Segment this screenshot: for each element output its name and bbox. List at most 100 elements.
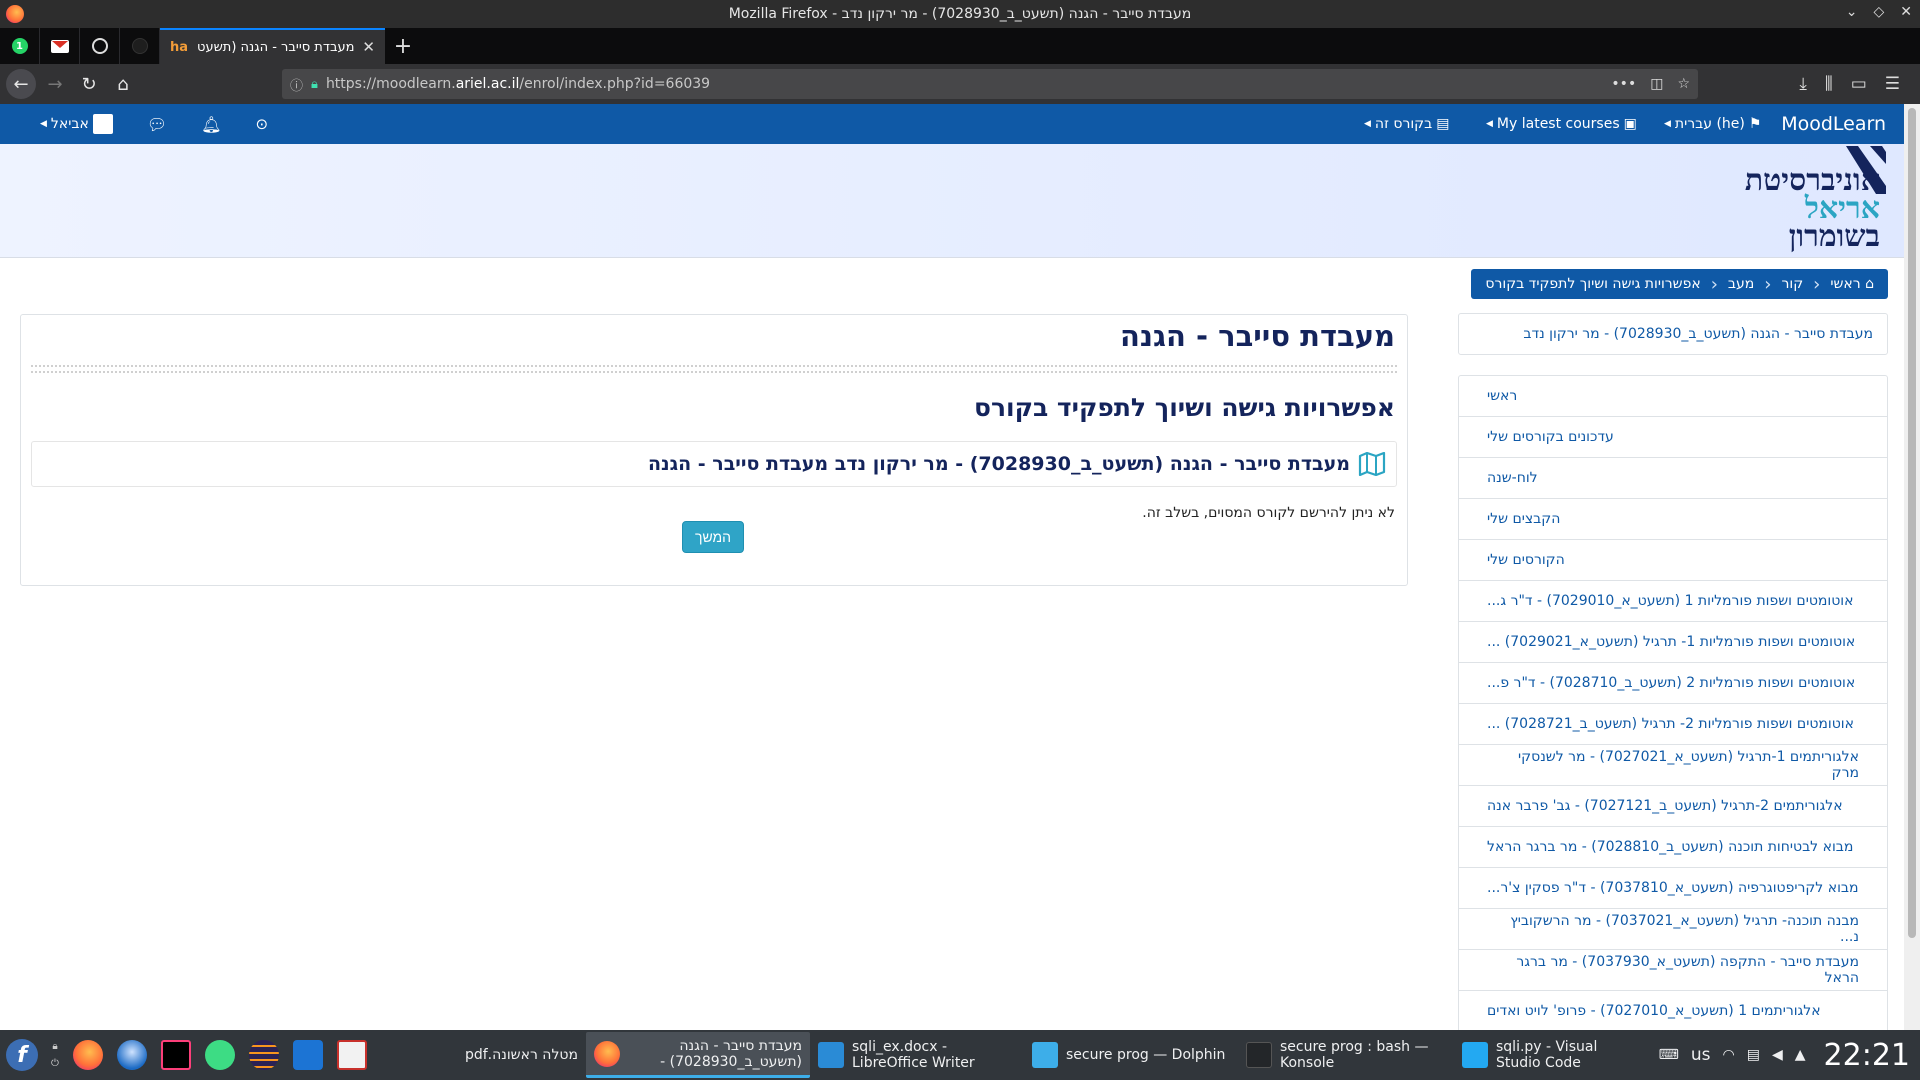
minimize-button[interactable]: ⌄ bbox=[1846, 4, 1858, 20]
close-tab-icon[interactable]: ✕ bbox=[362, 38, 375, 56]
back-button[interactable]: ← bbox=[6, 69, 36, 99]
wifi-icon[interactable]: ◠ bbox=[1723, 1047, 1735, 1063]
lock-icon[interactable]: 🔒︎ bbox=[311, 77, 318, 92]
launcher-android-studio[interactable] bbox=[198, 1040, 242, 1070]
sidebar-course-item[interactable]: מבוא לבטיחות תוכנה (תשעט_ב_7028810) - מר… bbox=[1459, 827, 1887, 868]
sidebar-course-item[interactable]: מבנה תוכנה- תרגיל (תשעט_א_7037021) - מר … bbox=[1459, 909, 1887, 950]
keyboard-icon[interactable]: ⌨ bbox=[1659, 1047, 1679, 1063]
close-window-button[interactable]: ✕ bbox=[1900, 4, 1912, 20]
pinned-tab-gmail[interactable] bbox=[40, 28, 80, 64]
this-course-menu[interactable]: ◀ בקורס זה ▤ bbox=[1364, 116, 1449, 132]
eclipse-icon bbox=[249, 1040, 279, 1070]
maximize-button[interactable]: ◇ bbox=[1873, 4, 1884, 20]
sidebar-toggle-icon[interactable]: ▭ bbox=[1851, 74, 1867, 94]
sidebar-item-calendar[interactable]: לוח-שנה bbox=[1459, 458, 1887, 499]
avatar bbox=[92, 114, 113, 134]
home-button[interactable]: ⌂ bbox=[108, 69, 138, 99]
accessibility-icon[interactable]: ⊙ bbox=[255, 115, 268, 133]
section-title: אפשרויות גישה ושיוך לתפקיד בקורס bbox=[973, 393, 1395, 422]
enrol-course-box: מעבדת סייבר - הגנה (תשעט_ב_7028930) - מר… bbox=[31, 441, 1397, 487]
sidebar-course-item[interactable]: אוטומטים ושפות פורמליות 2- תרגיל (תשעט_ב… bbox=[1459, 704, 1887, 745]
firefox-icon bbox=[594, 1040, 620, 1067]
continue-button[interactable]: המשך bbox=[682, 521, 744, 553]
clipboard-icon[interactable]: ▤ bbox=[1747, 1047, 1760, 1063]
library-icon[interactable]: ⫼ bbox=[1825, 74, 1833, 94]
page-title: מעבדת סייבר - הגנה bbox=[1119, 319, 1395, 353]
breadcrumb-item[interactable]: מעב bbox=[1728, 276, 1754, 292]
sidebar-course-item[interactable]: אלגוריתמים 1-תרגיל (תשעט_א_7027021) - מר… bbox=[1459, 745, 1887, 786]
sidebar-course-item[interactable]: אלגוריתמים 2-תרגיל (תשעט_ב_7027121) - גב… bbox=[1459, 786, 1887, 827]
task-writer[interactable]: sqli_ex.docx - LibreOffice Writer bbox=[810, 1032, 1024, 1078]
main-content: מעבדת סייבר - הגנה אפשרויות גישה ושיוך ל… bbox=[20, 314, 1408, 586]
forward-button[interactable]: → bbox=[40, 69, 70, 99]
breadcrumb-current[interactable]: אפשרויות גישה ושיוך לתפקיד בקורס bbox=[1485, 276, 1700, 292]
launcher-intellij[interactable] bbox=[154, 1040, 198, 1070]
caret-left-icon: ◀ bbox=[1364, 119, 1371, 129]
url-bar[interactable]: ⓘ 🔒︎ https://moodlearn.ariel.ac.il/enrol… bbox=[282, 69, 1698, 99]
scrollbar-thumb[interactable] bbox=[1908, 108, 1916, 938]
volume-icon[interactable]: ◀ bbox=[1772, 1047, 1783, 1063]
power-icon[interactable]: ⏻ bbox=[51, 1058, 59, 1069]
launcher-thunderbird[interactable] bbox=[110, 1040, 154, 1070]
breadcrumb-home[interactable]: ⌂ ראשי bbox=[1830, 276, 1874, 292]
sidebar-item-updates[interactable]: עדכונים בקורסים שלי bbox=[1459, 417, 1887, 458]
logo-line-3: בשומרון bbox=[1788, 219, 1880, 254]
keyboard-layout[interactable]: us bbox=[1691, 1045, 1711, 1065]
sidebar-course-item[interactable]: אוטומטים ושפות פורמליות 1 (תשעט_א_702901… bbox=[1459, 581, 1887, 622]
flag-icon: ⚑ bbox=[1748, 116, 1762, 132]
url-text[interactable]: https://moodlearn.ariel.ac.il/enrol/inde… bbox=[326, 76, 1603, 92]
launcher-pdf-viewer[interactable] bbox=[330, 1040, 374, 1070]
new-tab-button[interactable]: + bbox=[385, 28, 421, 64]
pinned-tab-globe[interactable] bbox=[80, 28, 120, 64]
task-pdf[interactable]: מטלה ראשונה.pdf bbox=[374, 1032, 586, 1078]
reload-button[interactable]: ↻ bbox=[74, 69, 104, 99]
page-scrollbar[interactable] bbox=[1904, 104, 1920, 1030]
university-logo[interactable]: אוניברסיטת אריאל בשומרון bbox=[1710, 146, 1890, 256]
sidebar-course-item[interactable]: מעבדת סייבר - התקפה (תשעט_א_7037930) - מ… bbox=[1459, 950, 1887, 991]
system-tray: ⌨ us ◠ ▤ ◀ ▲ 22:21 bbox=[1659, 1038, 1920, 1073]
info-icon[interactable]: ⓘ bbox=[290, 75, 303, 94]
breadcrumb-item[interactable]: קור bbox=[1781, 276, 1803, 292]
notifications-bell-icon[interactable]: 🔔︎ bbox=[201, 115, 221, 134]
launcher-eclipse[interactable] bbox=[242, 1040, 286, 1070]
sidebar-course-item[interactable]: מבוא לקריפטוגרפיה (תשעט_א_7037810) - ד"ר… bbox=[1459, 868, 1887, 909]
vscode-icon bbox=[1462, 1042, 1488, 1068]
enrol-course-name[interactable]: מעבדת סייבר - הגנה (תשעט_ב_7028930) - מר… bbox=[648, 453, 1350, 475]
divider bbox=[31, 365, 1397, 373]
home-icon: ⌂ bbox=[1865, 276, 1874, 292]
latest-courses-menu[interactable]: ◀ My latest courses ▣ bbox=[1486, 116, 1637, 132]
pinned-tab-whatsapp[interactable]: 1 bbox=[0, 28, 40, 64]
bookmark-star-icon[interactable]: ☆ bbox=[1677, 76, 1690, 92]
task-konsole[interactable]: secure prog : bash — Konsole bbox=[1238, 1032, 1454, 1078]
sidebar-item-my-courses[interactable]: הקורסים שלי bbox=[1459, 540, 1887, 581]
hamburger-menu-icon[interactable]: ☰ bbox=[1885, 74, 1900, 94]
tray-expand-icon[interactable]: ▲ bbox=[1795, 1047, 1806, 1063]
task-vscode[interactable]: sqli.py - Visual Studio Code bbox=[1454, 1032, 1654, 1078]
task-label: secure prog — Dolphin bbox=[1066, 1047, 1226, 1063]
pocket-icon[interactable]: ◫ bbox=[1650, 76, 1663, 92]
task-firefox[interactable]: מעבדת סייבר - הגנה (תשעט_ב_7028930) - מר… bbox=[586, 1032, 810, 1078]
tab-active[interactable]: ha מעבדת סייבר - הגנה (תשעט ✕ bbox=[160, 28, 385, 64]
page-actions-icon[interactable]: ••• bbox=[1611, 76, 1636, 92]
sidebar-course-item[interactable]: אוטומטים ושפות פורמליות 2 (תשעט_ב_702871… bbox=[1459, 663, 1887, 704]
launcher-firefox[interactable] bbox=[66, 1040, 110, 1070]
downloads-icon[interactable]: ⤓ bbox=[1799, 74, 1807, 94]
task-dolphin[interactable]: secure prog — Dolphin bbox=[1024, 1032, 1238, 1078]
window-controls: ⌄ ◇ ✕ bbox=[1846, 4, 1912, 20]
messages-icon[interactable]: 💬︎ bbox=[147, 115, 167, 134]
lock-screen-icon[interactable]: 🔒︎ bbox=[52, 1041, 57, 1052]
sidebar-item-my-files[interactable]: הקבצים שלי bbox=[1459, 499, 1887, 540]
sidebar-course-item[interactable]: אוטומטים ושפות פורמליות 1- תרגיל (תשעט_א… bbox=[1459, 622, 1887, 663]
sidebar-course-item[interactable]: אלגוריתמים 1 (תשעט_א_7027010) - פרופ' לו… bbox=[1459, 991, 1887, 1032]
site-brand[interactable]: MoodLearn bbox=[1781, 113, 1886, 135]
sidebar-item-home[interactable]: ראשי bbox=[1459, 376, 1887, 417]
sidebar-course-link[interactable]: מעבדת סייבר - הגנה (תשעט_ב_7028930) - מר… bbox=[1523, 326, 1873, 342]
pinned-tab-github[interactable] bbox=[120, 28, 160, 64]
launcher-bluej[interactable] bbox=[286, 1040, 330, 1070]
application-launcher[interactable]: f bbox=[0, 1039, 44, 1071]
user-menu[interactable]: ◀ אביאל bbox=[40, 114, 113, 134]
globe-icon bbox=[91, 38, 108, 54]
clock[interactable]: 22:21 bbox=[1824, 1038, 1910, 1073]
language-menu[interactable]: ◀ עברית (he) ⚑ bbox=[1664, 116, 1761, 132]
taskbar: f 🔒︎ ⏻ מטלה ראשונה.pdf מעבדת סייבר - הגנ… bbox=[0, 1030, 1920, 1080]
